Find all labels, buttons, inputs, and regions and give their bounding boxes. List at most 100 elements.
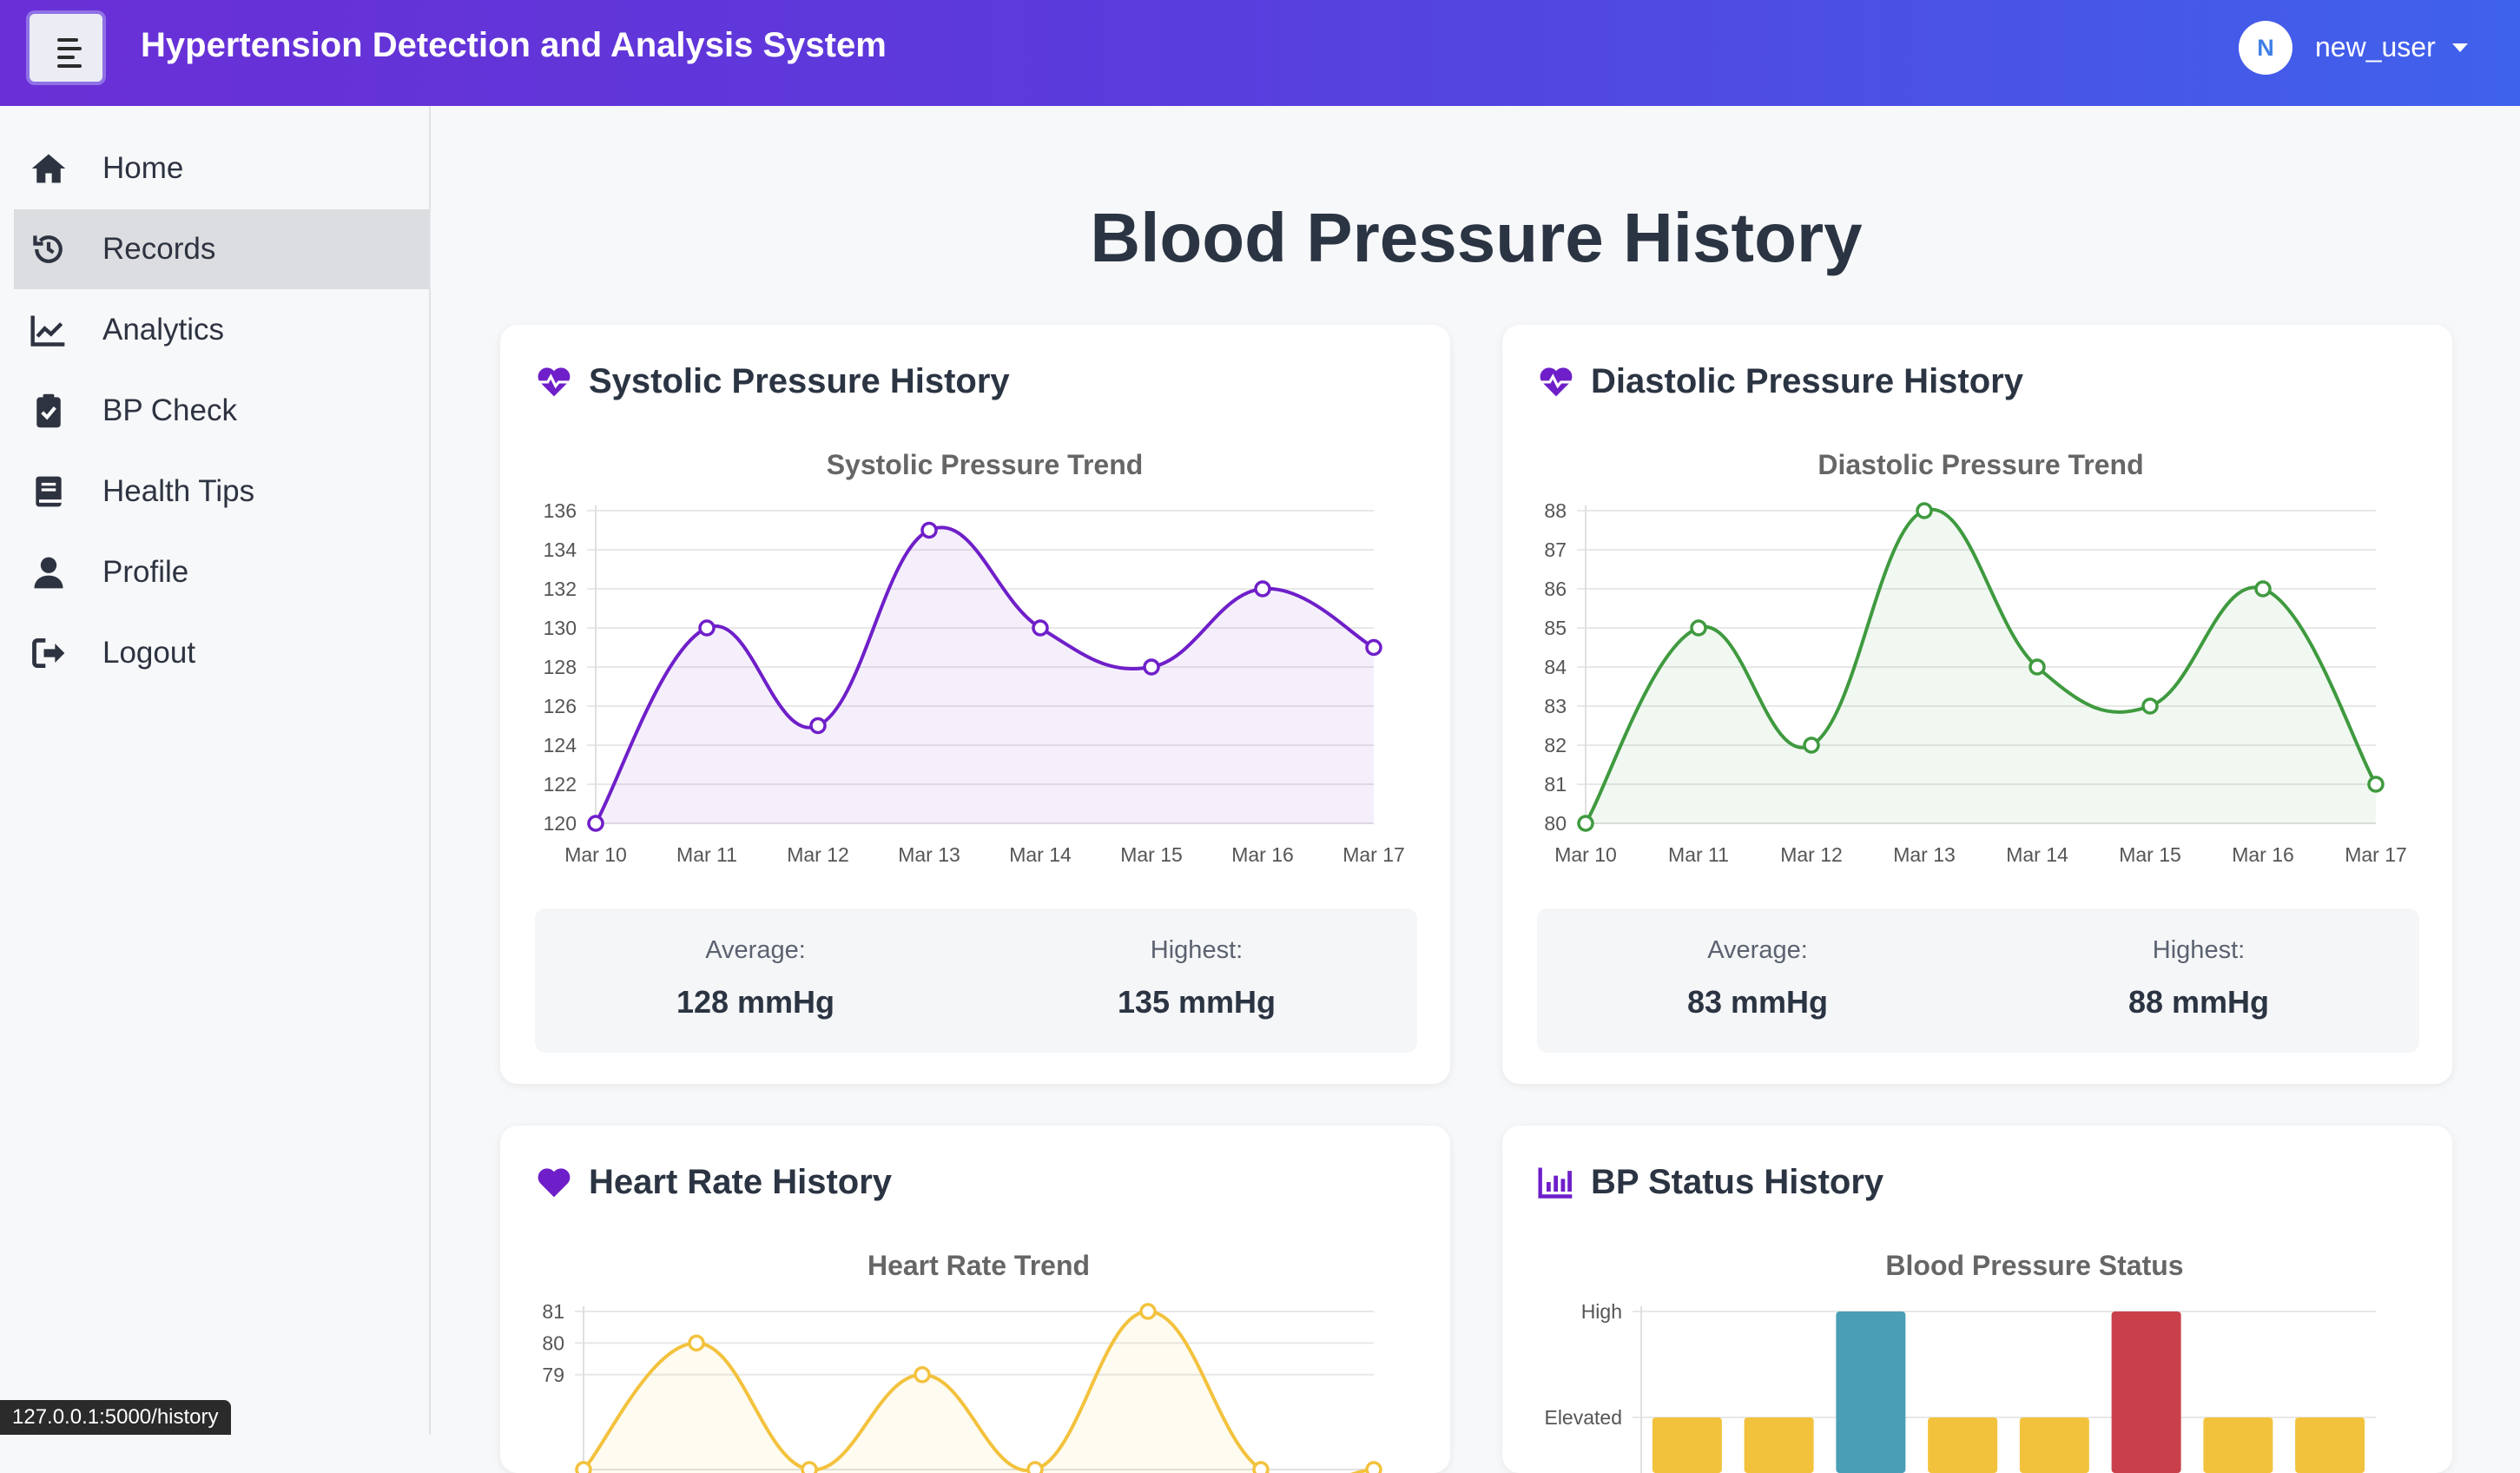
data-point <box>1916 502 1933 519</box>
chart-line-icon <box>30 311 68 349</box>
series-area <box>584 1311 1374 1473</box>
stat-value: 128 mmHg <box>676 984 835 1020</box>
y-tick-label: 80 <box>542 1331 564 1354</box>
y-tick-label: Elevated <box>1544 1406 1622 1429</box>
sidebar-item-label: Records <box>102 232 216 266</box>
history-icon <box>30 230 68 268</box>
status-bar <box>1744 1417 1814 1473</box>
user-menu-toggle[interactable]: new_user <box>2315 31 2436 63</box>
y-tick-label: 132 <box>544 578 577 600</box>
sidebar-item-analytics[interactable]: Analytics <box>14 290 429 370</box>
data-point <box>1254 580 1271 598</box>
data-point <box>2254 580 2272 598</box>
status-bar <box>2295 1417 2365 1473</box>
series-area <box>1586 509 2376 823</box>
status-bar <box>2019 1417 2089 1473</box>
heartbeat-icon <box>535 362 573 400</box>
menu-icon-line <box>57 47 82 50</box>
x-tick-label: Mar 12 <box>787 843 849 866</box>
data-point <box>920 521 938 539</box>
x-tick-label: Mar 11 <box>676 843 737 866</box>
caret-down-icon[interactable] <box>2452 43 2468 52</box>
y-tick-label: 124 <box>544 734 577 756</box>
x-tick-label: Mar 16 <box>2232 843 2294 866</box>
y-tick-label: 130 <box>544 617 577 639</box>
sidebar: Home Records Analytics BP Check Health T… <box>0 106 431 1435</box>
x-tick-label: Mar 10 <box>1554 843 1617 866</box>
x-tick-label: Mar 10 <box>564 843 627 866</box>
sidebar-item-profile[interactable]: Profile <box>14 532 429 612</box>
stat-value: 135 mmHg <box>1117 984 1276 1020</box>
stats-box: Average: 128 mmHg Highest: 135 mmHg <box>535 908 1417 1053</box>
average-stat: Average: 128 mmHg <box>535 936 976 1021</box>
card-title: Heart Rate History <box>589 1162 893 1201</box>
y-tick-label: 80 <box>1544 812 1567 835</box>
y-tick-label: 79 <box>542 1364 564 1386</box>
y-tick-label: 82 <box>1544 734 1567 756</box>
data-point <box>688 1334 705 1352</box>
sidebar-item-label: Analytics <box>102 313 225 347</box>
series-area <box>596 527 1374 823</box>
y-tick-label: 84 <box>1544 656 1567 678</box>
heart-icon <box>535 1163 573 1201</box>
data-point <box>1143 658 1160 676</box>
x-tick-label: Mar 14 <box>1009 843 1072 866</box>
x-tick-label: Mar 16 <box>1231 843 1294 866</box>
data-point <box>801 1461 818 1473</box>
sidebar-toggle-button[interactable] <box>26 10 106 85</box>
x-tick-label: Mar 11 <box>1668 843 1729 866</box>
heart-rate-chart: Heart Rate Trend 79 80 81 <box>542 1250 1382 1473</box>
sidebar-item-bp-check[interactable]: BP Check <box>14 371 429 451</box>
sidebar-item-label: Logout <box>102 636 196 670</box>
status-bar <box>2203 1417 2273 1473</box>
book-icon <box>30 472 68 511</box>
sidebar-item-records[interactable]: Records <box>14 209 429 289</box>
sidebar-item-logout[interactable]: Logout <box>14 613 429 693</box>
stat-label: Average: <box>705 936 806 964</box>
diastolic-card: Diastolic Pressure History Diastolic Pre… <box>1502 325 2452 1084</box>
data-point <box>1365 638 1382 657</box>
x-tick-label: Mar 15 <box>2119 843 2181 866</box>
x-tick-label: Mar 17 <box>1342 843 1405 866</box>
page-title: Blood Pressure History <box>1090 199 1863 276</box>
card-header: BP Status History <box>1537 1160 1883 1204</box>
stat-value: 88 mmHg <box>2127 984 2270 1020</box>
x-tick-label: Mar 17 <box>2345 843 2407 866</box>
average-stat: Average: 83 mmHg <box>1537 936 1978 1021</box>
x-tick-label: Mar 14 <box>2006 843 2068 866</box>
diastolic-chart: Diastolic Pressure Trend 80 81 82 83 84 85 86 87… <box>1544 449 2407 866</box>
y-tick-label: 86 <box>1544 578 1567 600</box>
highest-stat: Highest: 135 mmHg <box>976 936 1417 1021</box>
x-tick-label: Mar 13 <box>898 843 960 866</box>
highest-stat: Highest: 88 mmHg <box>1978 936 2419 1021</box>
card-title: Systolic Pressure History <box>589 361 1010 400</box>
y-tick-label: 88 <box>1544 499 1567 522</box>
data-point <box>1032 619 1049 637</box>
top-navbar: Hypertension Detection and Analysis Syst… <box>0 0 2520 106</box>
data-point <box>1803 736 1820 754</box>
sidebar-item-label: BP Check <box>102 393 237 427</box>
sidebar-item-home[interactable]: Home <box>14 129 429 208</box>
stat-label: Highest: <box>2152 936 2246 964</box>
data-point <box>2141 697 2159 715</box>
card-header: Diastolic Pressure History <box>1537 360 2023 403</box>
data-point <box>1252 1461 1270 1473</box>
data-point <box>1690 619 1707 637</box>
logout-icon <box>30 634 68 672</box>
sidebar-item-health-tips[interactable]: Health Tips <box>14 452 429 532</box>
stat-label: Average: <box>1707 936 1808 964</box>
y-tick-label: 134 <box>544 538 577 561</box>
data-point <box>587 815 604 832</box>
stat-value: 83 mmHg <box>1686 984 1829 1020</box>
bp-status-chart: Blood Pressure Status High Elevated <box>1544 1250 2376 1473</box>
x-tick-label: Mar 15 <box>1120 843 1183 866</box>
data-point <box>1026 1461 1044 1473</box>
stats-box: Average: 83 mmHg Highest: 88 mmHg <box>1537 908 2419 1053</box>
y-tick-label: 128 <box>544 656 577 678</box>
y-tick-label: 120 <box>544 812 577 835</box>
avatar[interactable]: N <box>2239 21 2292 75</box>
data-point <box>575 1461 592 1473</box>
heartbeat-icon <box>1537 362 1575 400</box>
stat-label: Highest: <box>1150 936 1244 964</box>
data-point <box>914 1366 931 1384</box>
